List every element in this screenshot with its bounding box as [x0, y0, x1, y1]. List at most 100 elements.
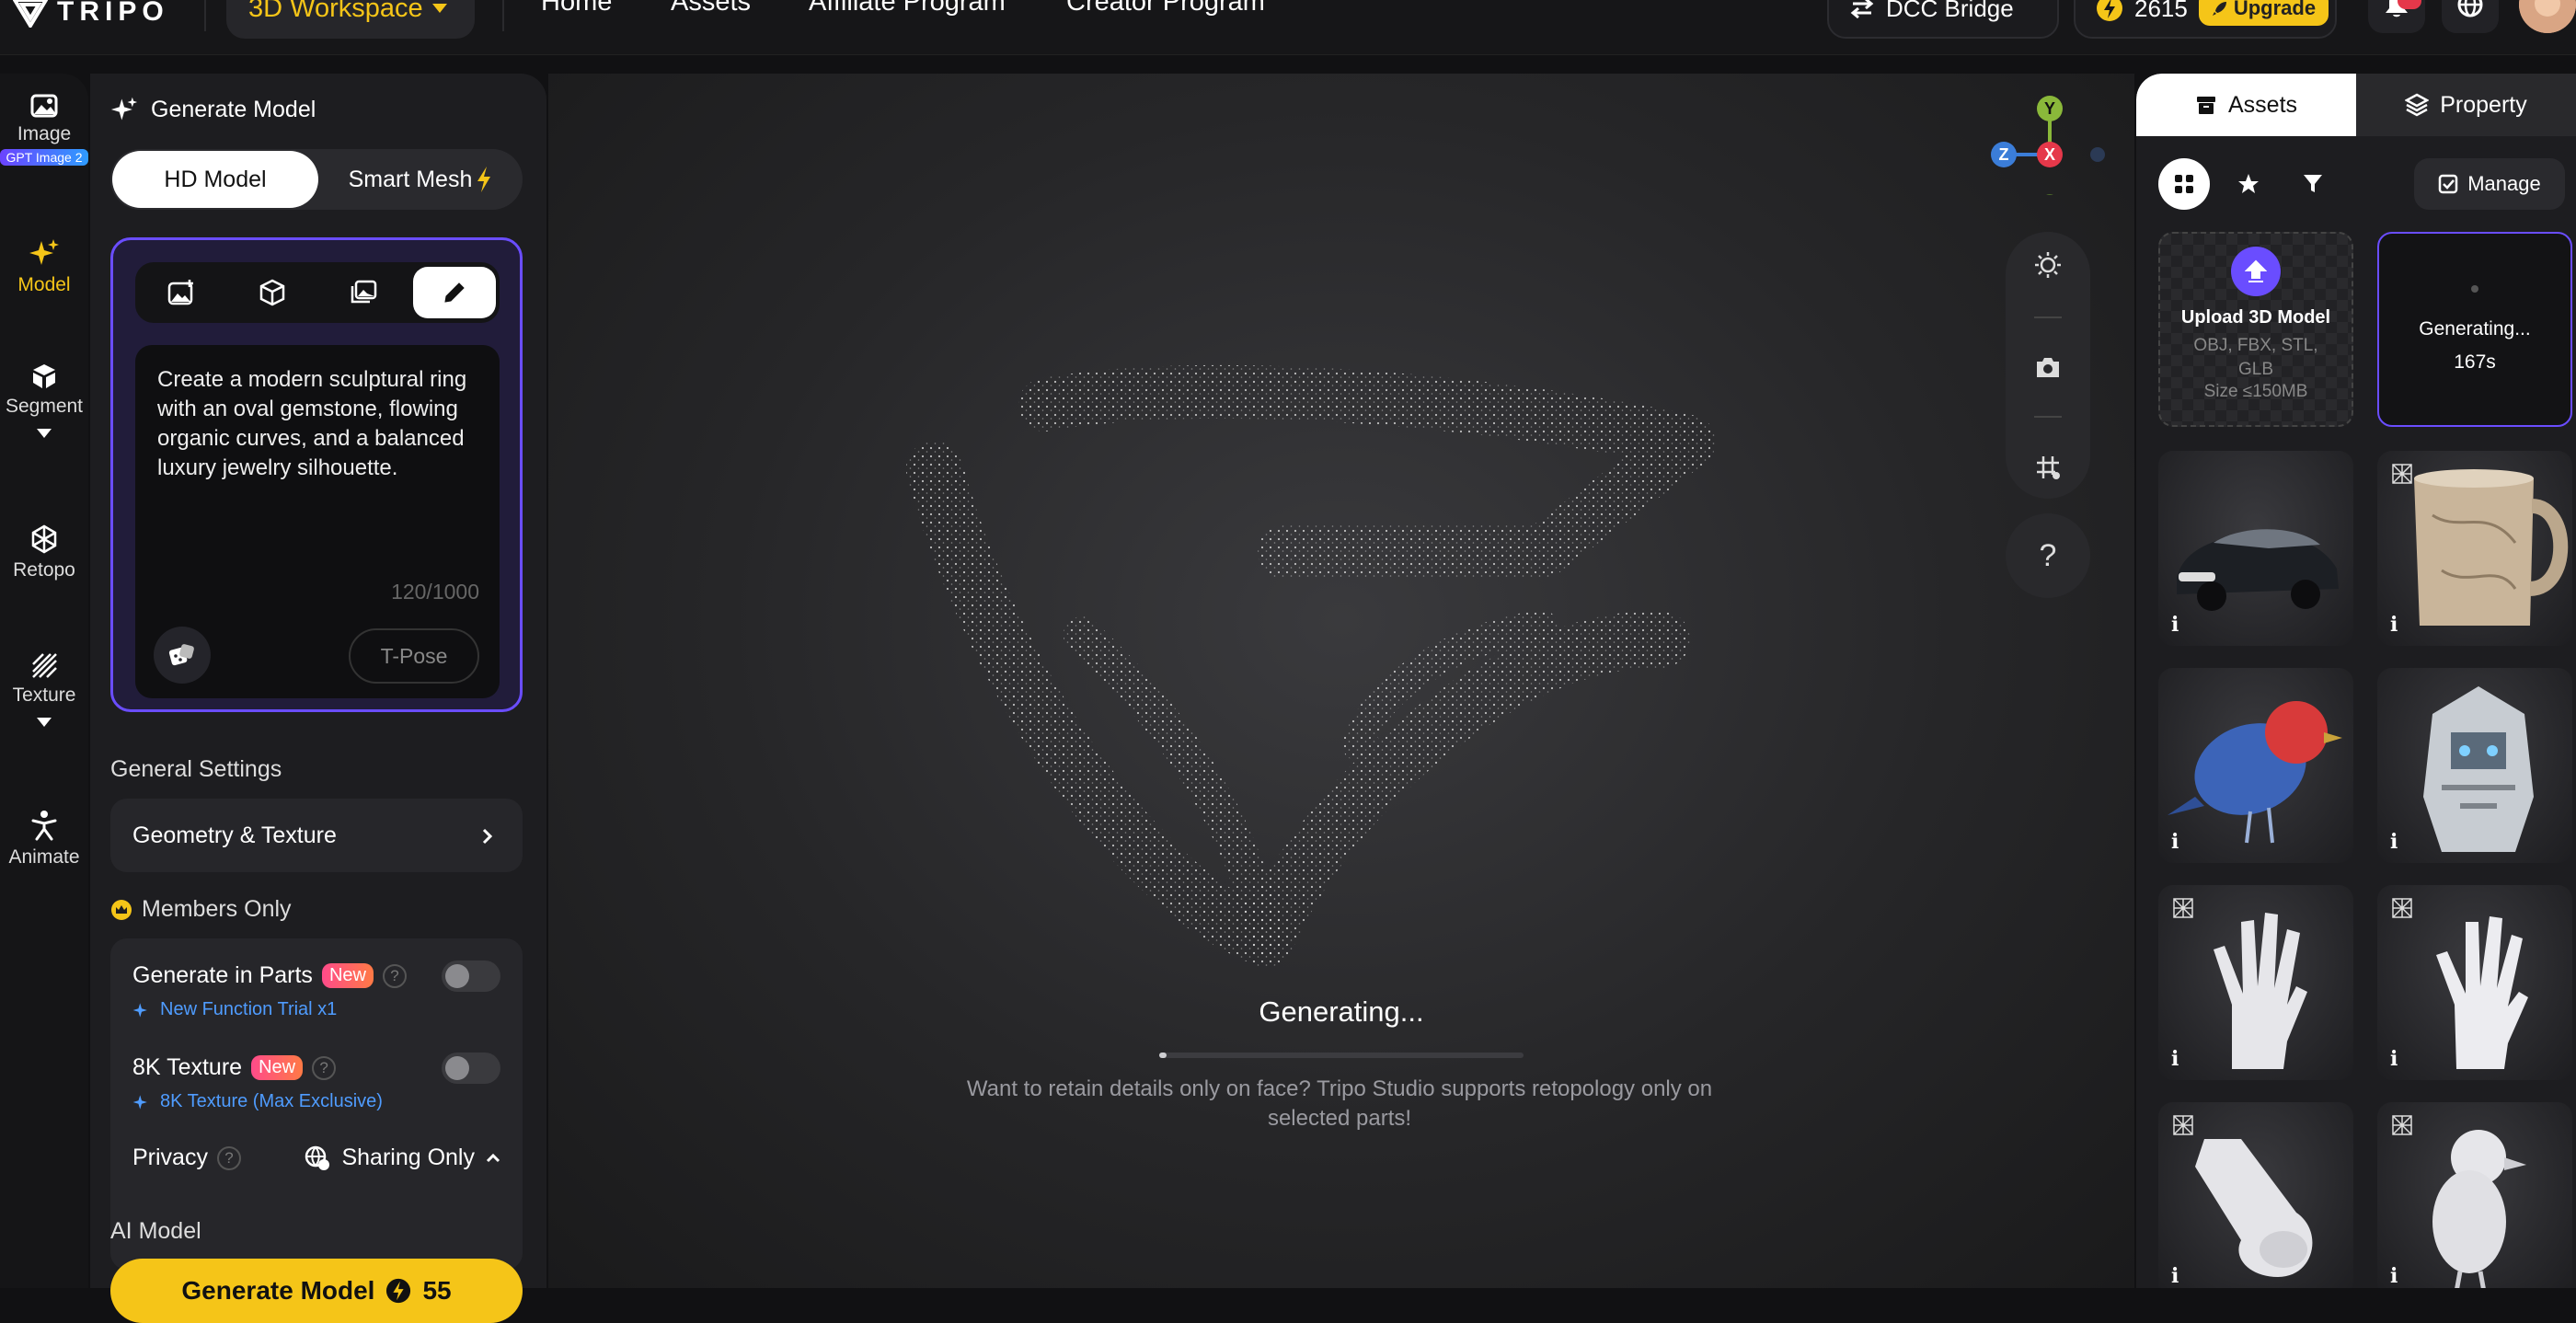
mesh-icon: [2392, 464, 2412, 484]
axis-z-label[interactable]: Z: [1991, 142, 2017, 167]
manage-button[interactable]: Manage: [2414, 158, 2565, 210]
workspace-label: 3D Workspace: [248, 0, 423, 23]
nav-assets[interactable]: Assets: [671, 0, 751, 17]
generation-progress-bar: [1159, 1053, 1524, 1058]
info-icon[interactable]: i: [2390, 830, 2398, 854]
layers-icon: [2405, 93, 2430, 117]
members-only-label: Members Only: [142, 896, 292, 922]
credits-pill[interactable]: 2615 Upgrade: [2074, 0, 2337, 39]
rail-model-label: Model: [17, 274, 71, 295]
asset-thumbnail-car[interactable]: i: [2158, 451, 2353, 646]
axis-y-label[interactable]: Y: [2037, 96, 2063, 121]
pencil-icon: [443, 282, 465, 303]
3d-viewport[interactable]: Y Z X ? Generating... Want to retain det…: [548, 74, 2134, 1288]
axis-x-label[interactable]: X: [2037, 142, 2063, 167]
t-pose-toggle[interactable]: T-Pose: [349, 628, 479, 684]
cube-icon: [259, 279, 284, 306]
nav-creator-program[interactable]: Creator Program: [1066, 0, 1265, 17]
workspace-dropdown[interactable]: 3D Workspace: [226, 0, 475, 39]
prompt-textarea[interactable]: Create a modern sculptural ring with an …: [135, 345, 500, 698]
generate-panel: Generate Model HD Model Smart Mesh Creat…: [90, 74, 546, 1323]
privacy-row: Privacy ? Sharing Only: [132, 1145, 500, 1171]
help-button[interactable]: ?: [2006, 513, 2090, 598]
filter-favorites[interactable]: [2223, 158, 2274, 210]
help-icon[interactable]: ?: [382, 963, 407, 988]
tab-3d-input[interactable]: [231, 267, 314, 318]
smart-mesh-label: Smart Mesh: [348, 166, 473, 192]
rail-segment-label: Segment: [5, 396, 84, 417]
generating-asset-tile[interactable]: Generating... 167s: [2377, 232, 2572, 427]
upload-title: Upload 3D Model: [2180, 307, 2331, 328]
rail-model[interactable]: Model: [0, 237, 88, 296]
texture-icon: [32, 653, 57, 678]
upload-size: Size ≤150MB: [2203, 382, 2308, 401]
asset-thumbnail-bird-white[interactable]: i: [2377, 1102, 2572, 1288]
help-icon[interactable]: ?: [216, 1145, 241, 1170]
language-button[interactable]: [2442, 0, 2499, 33]
avatar[interactable]: [2519, 0, 2576, 33]
tab-image-input[interactable]: [140, 267, 223, 318]
info-icon[interactable]: i: [2171, 613, 2179, 637]
assets-panel: Assets Property Manage Upload 3D Model O…: [2136, 74, 2576, 1288]
asset-thumbnail-mug[interactable]: i: [2377, 451, 2572, 646]
camera-icon[interactable]: [2035, 355, 2061, 379]
dcc-bridge-button[interactable]: DCC Bridge: [1827, 0, 2059, 39]
mesh-icon: [2173, 898, 2193, 918]
random-prompt-button[interactable]: [154, 627, 211, 684]
rail-image[interactable]: Image GPT Image 2: [0, 94, 88, 166]
hd-model-option[interactable]: HD Model: [112, 151, 318, 208]
notifications-button[interactable]: [2368, 0, 2425, 33]
asset-thumbnail-robot[interactable]: i: [2377, 668, 2572, 863]
upgrade-button[interactable]: Upgrade: [2198, 0, 2329, 26]
info-icon[interactable]: i: [2171, 1264, 2179, 1288]
nav-home[interactable]: Home: [541, 0, 612, 17]
tab-assets[interactable]: Assets: [2136, 74, 2356, 136]
light-icon[interactable]: [2033, 250, 2063, 280]
tab-multiview-input[interactable]: [322, 267, 405, 318]
asset-thumbnail-bird[interactable]: i: [2158, 668, 2353, 863]
asset-thumbnail-hand-1[interactable]: i: [2158, 885, 2353, 1080]
tripo-logo[interactable]: TRIPO: [13, 0, 169, 35]
rail-texture[interactable]: Texture: [0, 651, 88, 727]
logo-text: TRIPO: [57, 0, 169, 27]
prompt-card: Create a modern sculptural ring with an …: [110, 237, 523, 712]
privacy-value: Sharing Only: [341, 1145, 475, 1170]
car-model-image: [2177, 529, 2339, 611]
grid-icon[interactable]: [2035, 454, 2061, 480]
upload-3d-model-tile[interactable]: Upload 3D Model OBJ, FBX, STL, GLB Size …: [2158, 232, 2353, 427]
privacy-select[interactable]: Sharing Only: [305, 1145, 500, 1171]
info-icon[interactable]: i: [2171, 1047, 2179, 1071]
geometry-texture-row[interactable]: Geometry & Texture: [110, 799, 523, 872]
rail-animate[interactable]: Animate: [0, 810, 88, 869]
generate-in-parts-toggle[interactable]: [442, 961, 500, 992]
filter-icon: [2304, 175, 2322, 192]
loading-dot: [2471, 285, 2478, 293]
lightning-icon: [477, 167, 491, 192]
filter-all[interactable]: [2158, 158, 2210, 210]
tab-text-input[interactable]: [412, 267, 496, 318]
chevron-down-icon[interactable]: [37, 718, 52, 727]
asset-thumbnail-fist[interactable]: i: [2158, 1102, 2353, 1288]
chevron-up-icon: [486, 1153, 500, 1162]
chevron-down-icon[interactable]: [37, 429, 52, 438]
divider: [2034, 416, 2062, 418]
info-icon[interactable]: i: [2390, 1264, 2398, 1288]
info-icon[interactable]: i: [2390, 1047, 2398, 1071]
nav-affiliate-program[interactable]: Affiliate Program: [809, 0, 1006, 17]
filter-button[interactable]: [2287, 158, 2339, 210]
info-icon[interactable]: i: [2390, 613, 2398, 637]
asset-thumbnail-hand-2[interactable]: i: [2377, 885, 2572, 1080]
input-type-tabs: [135, 262, 500, 323]
axis-gizmo[interactable]: Y Z X: [1974, 85, 2112, 195]
tab-property[interactable]: Property: [2356, 74, 2576, 136]
texture-8k-toggle[interactable]: [442, 1053, 500, 1084]
sparkle-icon: [132, 1002, 147, 1018]
smart-mesh-option[interactable]: Smart Mesh: [318, 167, 523, 193]
tool-rail: Image GPT Image 2 Model Segment Retopo T…: [0, 74, 88, 1288]
info-icon[interactable]: i: [2171, 830, 2179, 854]
generate-model-button[interactable]: Generate Model 55: [110, 1259, 523, 1323]
help-icon[interactable]: ?: [312, 1055, 337, 1080]
upload-icon: [2231, 247, 2281, 296]
rail-segment[interactable]: Segment: [0, 362, 88, 438]
rail-retopo[interactable]: Retopo: [0, 524, 88, 581]
